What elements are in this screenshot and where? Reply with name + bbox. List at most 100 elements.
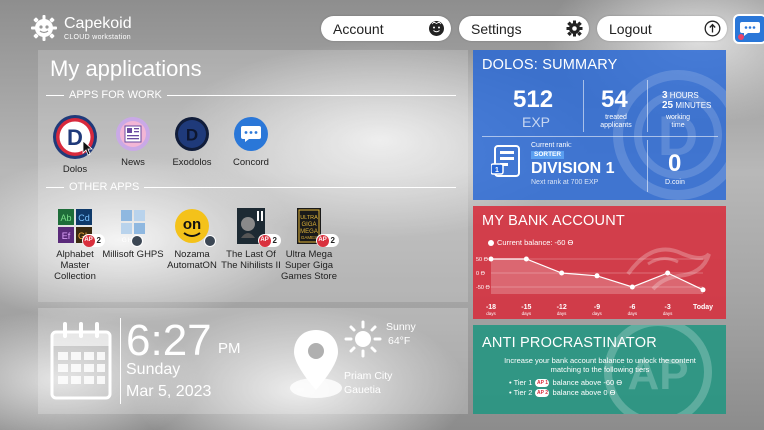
x-tick-label: Today xyxy=(693,304,713,311)
balance-point xyxy=(700,287,706,293)
app-label: Nozama AutomatON xyxy=(167,249,217,271)
apps-for-work-header: APPS FOR WORK xyxy=(46,89,456,101)
other-apps-header: OTHER APPS xyxy=(46,181,456,193)
app-label: Alphabet Master Collection xyxy=(54,249,96,282)
apps-panel: My applications APPS FOR WORK D Dolos Ne… xyxy=(38,50,468,302)
brand-subtitle: CLOUD workstation xyxy=(64,33,131,41)
clock-badge-icon xyxy=(131,235,143,247)
weather-temperature: 64°F xyxy=(388,335,411,347)
balance-point xyxy=(488,256,494,262)
stat-divider xyxy=(583,80,584,132)
clock-date: Mar 5, 2023 xyxy=(126,383,212,400)
svg-text:ULTRA: ULTRA xyxy=(300,215,318,221)
dcoin-label: D.coin xyxy=(665,179,685,186)
app-dolos[interactable]: D Dolos xyxy=(42,114,108,175)
balance-point xyxy=(523,256,529,262)
x-tick-label: -6 xyxy=(629,304,635,311)
bank-account-card[interactable]: MY BANK ACCOUNT Current balance: -60 ϴ 5… xyxy=(473,206,726,319)
dcoin-value: 0 xyxy=(668,150,682,177)
x-unit-label: days xyxy=(592,311,602,316)
app-label: Ultra Mega Super Giga Games Store xyxy=(281,249,337,282)
app-label: Concord xyxy=(233,157,269,168)
settings-button[interactable]: Settings xyxy=(459,16,589,41)
working-minutes: 25 MINUTES xyxy=(662,100,712,111)
apps-title: My applications xyxy=(50,56,202,81)
anti-procrastinator-card[interactable]: AP ANTI PROCRASTINATOR Increase your ban… xyxy=(473,325,726,414)
y-tick-label: 50 ϴ xyxy=(476,257,489,263)
y-tick-label: -50 ϴ xyxy=(476,285,490,291)
sun-icon xyxy=(344,320,382,358)
time-weather-panel: 6:27 PM Sunday Mar 5, 2023 Sunny 64°F Pr… xyxy=(38,308,468,414)
rank-badge-icon: 1 xyxy=(491,145,520,177)
svg-text:1: 1 xyxy=(495,167,499,174)
logout-label: Logout xyxy=(609,20,652,37)
app-label: Dolos xyxy=(62,164,88,175)
next-rank-text: Next rank at 700 EXP xyxy=(531,179,599,186)
capekoid-logo-icon xyxy=(31,15,57,41)
weather-condition: Sunny xyxy=(386,321,416,333)
account-label: Account xyxy=(333,20,384,37)
app-news[interactable]: News xyxy=(100,116,166,168)
app-exodolos[interactable]: D Exodolos xyxy=(159,116,225,168)
clock-time: 6:27 xyxy=(126,316,212,365)
ap-tag-icon: AP 1 xyxy=(535,378,550,387)
account-button[interactable]: Account xyxy=(321,16,451,41)
x-tick-label: -12 xyxy=(557,304,567,311)
calendar-icon xyxy=(50,322,112,400)
chat-button[interactable] xyxy=(733,14,764,44)
news-icon xyxy=(116,117,150,151)
svg-text:on: on xyxy=(183,216,201,233)
x-unit-label: days xyxy=(628,311,638,316)
app-label: The Last Of The Nihilists II xyxy=(221,249,281,271)
logout-arrow-icon xyxy=(704,20,721,37)
treated-label: treated applicants xyxy=(600,114,632,129)
app-ultra-mega-games-store[interactable]: ULTRA GIGA MEGA GAMES AP 2 Ultra Mega Sup… xyxy=(276,208,342,282)
app-millisoft-ghps[interactable]: GHPS Millisoft GHPS xyxy=(100,208,166,260)
clock-day: Sunday xyxy=(126,361,181,378)
ap-badge: AP 2 xyxy=(315,234,339,247)
working-time-label: working time xyxy=(665,114,691,129)
avatar-icon xyxy=(428,20,445,37)
svg-text:GAMES: GAMES xyxy=(301,235,317,240)
balance-point xyxy=(559,270,565,276)
stat-divider xyxy=(482,136,718,137)
x-unit-label: days xyxy=(522,311,532,316)
balance-point xyxy=(594,273,600,279)
location-region: Gauetia xyxy=(344,384,381,396)
app-label: Exodolos xyxy=(172,157,212,168)
exp-label: EXP xyxy=(522,114,551,130)
balance-point xyxy=(629,284,635,290)
x-tick-label: -18 xyxy=(486,304,496,311)
x-tick-label: -9 xyxy=(594,304,600,311)
x-unit-label: days xyxy=(486,311,496,316)
time-divider xyxy=(120,318,121,404)
x-tick-label: -15 xyxy=(521,304,531,311)
dolos-title: DOLOS: SUMMARY xyxy=(482,57,618,73)
app-label: Millisoft GHPS xyxy=(102,249,164,260)
treated-value: 54 xyxy=(601,86,628,113)
clock-ampm: PM xyxy=(218,340,241,357)
anti-description: Increase your bank account balance to un… xyxy=(504,356,696,374)
exp-value: 512 xyxy=(513,86,554,113)
rank-division: DIVISION 1 xyxy=(531,160,615,177)
rank-tag: SORTER xyxy=(531,151,565,159)
mouse-cursor-icon xyxy=(82,140,94,156)
x-unit-label: days xyxy=(663,311,673,316)
rank-label: Current rank: xyxy=(531,142,572,149)
dolos-summary-card[interactable]: D DOLOS: SUMMARY 512 EXP 54 treated appl… xyxy=(473,50,726,200)
svg-text:Ef: Ef xyxy=(62,231,71,241)
anti-title: ANTI PROCRASTINATOR xyxy=(482,335,657,351)
app-nozama-automaton[interactable]: on Nozama AutomatON xyxy=(159,208,225,271)
app-alphabet-master-collection[interactable]: Ab Cd Ef Gh AP2 Alphabet Master Collecti… xyxy=(42,208,108,282)
app-concord[interactable]: Concord xyxy=(218,116,284,168)
app-the-last-of-the-nihilists[interactable]: AP 2 The Last Of The Nihilists II xyxy=(218,208,284,271)
svg-text:GIGA: GIGA xyxy=(301,222,316,228)
logout-button[interactable]: Logout xyxy=(597,16,727,41)
ap-tag-icon: AP 2 xyxy=(535,388,550,397)
gear-icon xyxy=(566,20,583,37)
svg-text:Cd: Cd xyxy=(78,213,90,223)
concord-icon xyxy=(234,117,268,151)
x-tick-label: -3 xyxy=(665,304,671,311)
stat-divider xyxy=(647,80,648,132)
notification-dot xyxy=(738,34,744,40)
